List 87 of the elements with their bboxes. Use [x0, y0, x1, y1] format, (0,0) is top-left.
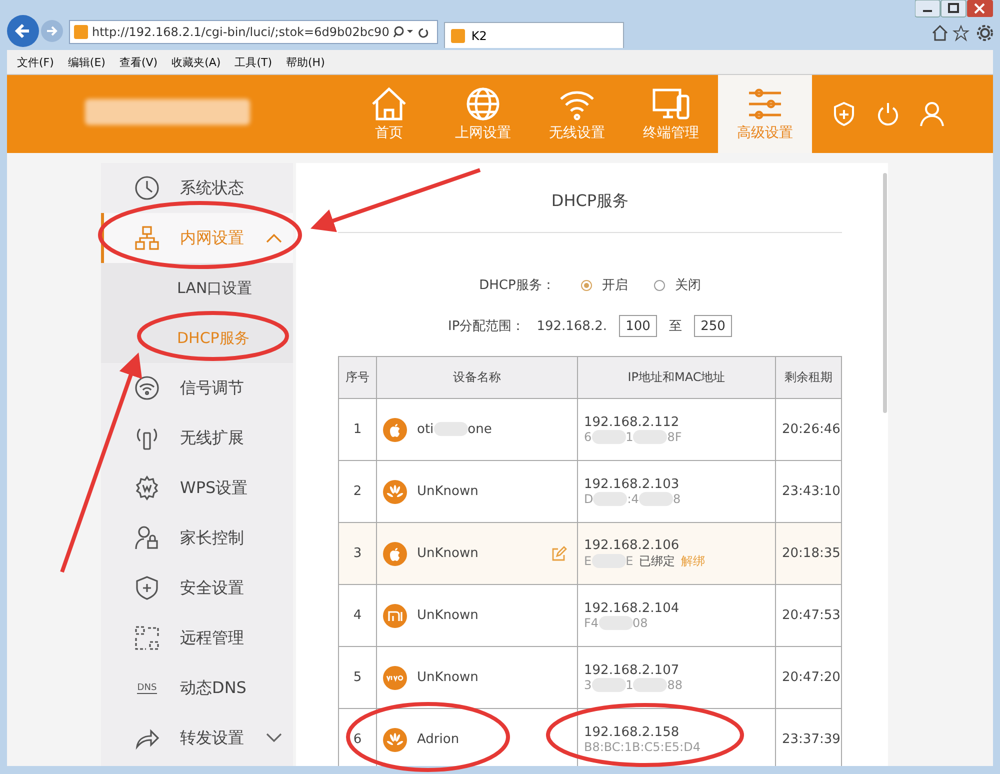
ip-address: 192.168.2.112 — [584, 414, 680, 430]
mac-address: F4 08 — [584, 616, 648, 630]
column-header: 设备名称 — [376, 356, 578, 398]
power-icon[interactable] — [876, 101, 900, 127]
device-name: UnKnown — [417, 484, 478, 499]
menu-item[interactable]: 收藏夹(A) — [172, 54, 221, 70]
site-icon — [451, 28, 466, 42]
devices-icon — [651, 86, 691, 122]
brand-logo-icon — [383, 728, 407, 752]
sidebar-item[interactable]: WPS设置 — [101, 463, 293, 513]
range-separator: 至 — [668, 318, 682, 335]
column-header: 序号 — [338, 356, 376, 398]
ip-address: 192.168.2.107 — [584, 662, 680, 678]
sidebar-item[interactable]: 系统状态 — [101, 163, 293, 213]
back-button[interactable] — [7, 15, 39, 47]
remote-icon — [134, 625, 160, 651]
sidebar-item[interactable]: 无线扩展 — [101, 413, 293, 463]
menu-item[interactable]: 查看(V) — [119, 54, 158, 70]
table-cell: 20:47:20 — [776, 646, 842, 708]
sidebar-item[interactable]: 家长控制 — [101, 513, 293, 563]
brand-logo-icon — [383, 604, 407, 628]
sidebar-item[interactable]: 安全设置 — [101, 563, 293, 613]
sidebar-subitem[interactable]: LAN口设置 — [101, 263, 293, 313]
field-label: DHCP服务： — [479, 277, 555, 294]
mac-address: 3 1 88 — [584, 678, 683, 692]
menu-item[interactable]: 帮助(H) — [286, 54, 325, 70]
ip-address: 192.168.2.103 — [584, 476, 680, 492]
brand-logo-icon — [383, 542, 407, 566]
menu-item[interactable]: 编辑(E) — [68, 54, 106, 70]
table-cell: 4 — [338, 584, 376, 646]
field-label: IP分配范围： — [448, 318, 525, 335]
edit-icon[interactable] — [551, 546, 567, 562]
mac-address: B8:BC:1B:C5:E5:D4 — [584, 740, 700, 754]
user-icon[interactable] — [920, 101, 944, 127]
ip-address: 192.168.2.106 — [584, 538, 680, 552]
shield-icon — [134, 575, 160, 601]
table-cell: 3 — [338, 522, 376, 584]
device-name: UnKnown — [417, 546, 478, 561]
column-header: IP地址和MAC地址 — [578, 356, 776, 398]
brand-logo-icon — [383, 666, 407, 690]
browser-toolbar-icon[interactable] — [931, 24, 993, 42]
shield-icon[interactable] — [832, 101, 856, 127]
input-field[interactable]: 250 — [694, 315, 732, 337]
device-name: Adrion — [417, 732, 460, 747]
forward-button[interactable] — [41, 20, 63, 42]
clock-icon — [134, 175, 160, 201]
menu-item[interactable]: 工具(T) — [234, 54, 272, 70]
bound-status: 已绑定 — [639, 552, 676, 570]
radio-option[interactable]: 关闭 — [654, 276, 701, 294]
sidebar-item[interactable]: DNS 动态DNS — [101, 663, 293, 713]
gear-icon — [134, 475, 160, 501]
sidebar-item[interactable]: 远程管理 — [101, 613, 293, 663]
ip-prefix: 192.168.2. — [536, 318, 607, 334]
browser-tab[interactable]: K2 — [444, 22, 624, 48]
sidebar-item[interactable]: 转发设置 — [101, 713, 293, 763]
device-name: UnKnown — [417, 670, 478, 685]
ip-address: 192.168.2.158 — [584, 725, 680, 740]
mac-address: E E — [584, 554, 634, 568]
device-name: oti one — [417, 422, 492, 437]
table-cell: 20:47:53 — [776, 584, 842, 646]
table-cell: 20:26:46 — [776, 398, 842, 460]
brand-logo-icon — [383, 480, 407, 504]
signal-icon — [134, 375, 160, 401]
table-cell: 20:18:35 — [776, 522, 842, 584]
device-name: UnKnown — [417, 608, 478, 623]
mac-address: 6 1 8F — [584, 430, 682, 444]
radio-icon[interactable] — [654, 280, 665, 290]
arrow-right-icon — [45, 24, 59, 38]
table-cell: 5 — [338, 646, 376, 708]
menu-item[interactable]: 文件(F) — [17, 54, 54, 70]
sidebar-item[interactable]: 信号调节 — [101, 363, 293, 413]
radio-icon[interactable] — [580, 280, 592, 290]
address-bar[interactable]: http://192.168.2.1/cgi-bin/luci/;stok=6d9b02bc90 — [69, 20, 438, 44]
column-header: 剩余租期 — [776, 356, 842, 398]
table-cell: 6 — [338, 708, 376, 766]
network-icon — [134, 225, 160, 251]
mac-address: D :4 8 — [584, 492, 681, 506]
ip-address: 192.168.2.104 — [584, 600, 680, 616]
site-icon — [74, 25, 88, 39]
page-title: DHCP服务 — [550, 191, 630, 212]
table-cell: 1 — [338, 398, 376, 460]
radio-option[interactable]: 开启 — [580, 276, 628, 294]
person-lock-icon — [134, 525, 160, 551]
brand-logo-icon — [383, 418, 407, 442]
input-field[interactable]: 100 — [618, 315, 657, 337]
window-controls-icon[interactable] — [915, 0, 993, 18]
scrollbar-thumb[interactable] — [883, 173, 887, 413]
